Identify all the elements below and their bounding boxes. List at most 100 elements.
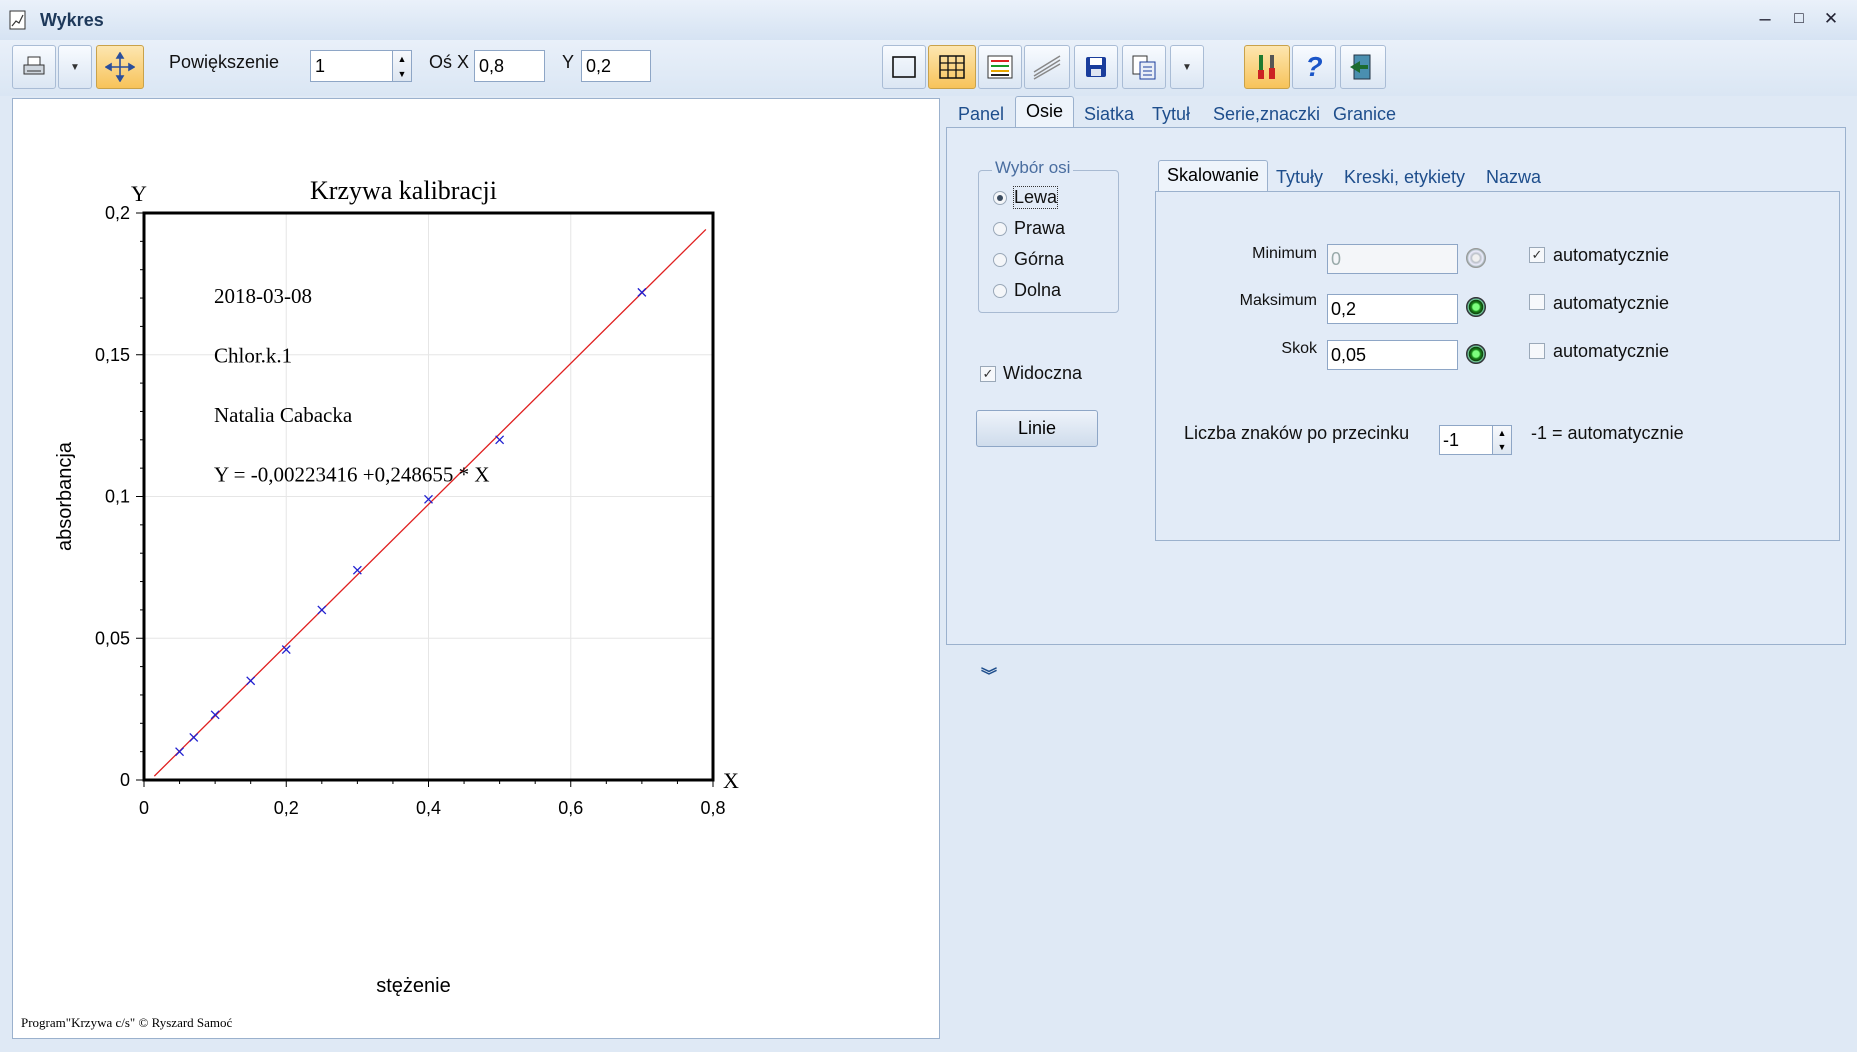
- axis-selector-title: Wybór osi: [992, 158, 1074, 178]
- grid-icon: [939, 55, 965, 79]
- x-tick-label: 0,8: [700, 798, 725, 818]
- visible-checkbox[interactable]: ✓: [980, 366, 996, 382]
- radio-left-axis[interactable]: [993, 191, 1007, 205]
- chart-title: Krzywa kalibracji: [310, 176, 497, 205]
- step-auto-checkbox[interactable]: [1529, 343, 1545, 359]
- help-button[interactable]: ?: [1292, 45, 1336, 89]
- x-axis-label: stężenie: [376, 975, 451, 997]
- minimum-auto-label: automatycznie: [1553, 245, 1670, 265]
- radio-left-label[interactable]: Lewa: [1012, 186, 1059, 209]
- annotation-sample: Chlor.k.1: [214, 344, 292, 368]
- tab-panel[interactable]: Panel: [958, 104, 1004, 125]
- maximum-label: Maksimum: [1239, 292, 1317, 309]
- minimum-input[interactable]: [1327, 244, 1458, 274]
- maximum-status-icon[interactable]: [1466, 297, 1486, 317]
- exit-button[interactable]: [1340, 45, 1386, 89]
- printer-icon: [23, 56, 45, 75]
- pan-button[interactable]: [96, 45, 144, 89]
- print-dropdown-button[interactable]: ▼: [58, 45, 92, 89]
- chart-panel: 0 0,2 0,4 0,6 0,8 0 0,05 0,1 0,15 0,2 Krzywa kali…: [12, 98, 940, 1039]
- save-button[interactable]: [1074, 45, 1118, 89]
- minimum-auto-checkbox[interactable]: ✓: [1529, 247, 1545, 263]
- x-axis-letter: X: [723, 768, 739, 793]
- subtab-ticks-labels[interactable]: Kreski, etykiety: [1344, 167, 1465, 188]
- tab-series[interactable]: Serie,znaczki: [1213, 104, 1320, 125]
- subtab-titles[interactable]: Tytuły: [1276, 167, 1323, 188]
- x-tick-label: 0: [139, 798, 149, 818]
- maximize-button[interactable]: □: [1784, 6, 1814, 32]
- decimals-input[interactable]: [1439, 425, 1493, 455]
- maximum-auto-checkbox[interactable]: [1529, 294, 1545, 310]
- y-axis-letter: Y: [131, 181, 147, 206]
- radio-top-label[interactable]: Górna: [1014, 249, 1064, 270]
- up-arrow-icon: ▲: [1497, 428, 1507, 438]
- grid-button[interactable]: [928, 45, 976, 89]
- decimals-stepper[interactable]: ▲ ▼: [1492, 425, 1512, 455]
- down-arrow-icon: ▼: [1497, 442, 1507, 452]
- print-button[interactable]: [12, 45, 56, 89]
- tab-grid[interactable]: Siatka: [1084, 104, 1134, 125]
- minimum-status-icon[interactable]: [1466, 248, 1486, 268]
- frame-button[interactable]: [882, 45, 926, 89]
- up-arrow-icon: ▲: [397, 53, 407, 64]
- radio-right-axis[interactable]: [993, 222, 1007, 236]
- tools-icon: [1258, 55, 1275, 79]
- y-tick-label: 0,05: [95, 628, 130, 648]
- lines-button[interactable]: Linie: [976, 410, 1098, 447]
- data-point-marker: [317, 605, 327, 615]
- chart-footer: Program"Krzywa c/s" © Ryszard Samoć: [21, 1015, 233, 1030]
- y-tick-label: 0: [120, 770, 130, 790]
- step-status-icon[interactable]: [1466, 344, 1486, 364]
- tab-limits[interactable]: Granice: [1333, 104, 1396, 125]
- window-title: Wykres: [40, 10, 104, 30]
- copy-clipboard-icon: [1132, 55, 1156, 80]
- copy-dropdown-button[interactable]: ▼: [1170, 45, 1204, 89]
- tools-button[interactable]: [1244, 45, 1290, 89]
- x-tick-label: 0,2: [274, 798, 299, 818]
- legend-button[interactable]: [978, 45, 1022, 89]
- subtab-name[interactable]: Nazwa: [1486, 167, 1541, 188]
- minimize-button[interactable]: –: [1750, 6, 1780, 32]
- step-input[interactable]: [1327, 340, 1458, 370]
- close-button[interactable]: ✕: [1816, 6, 1846, 32]
- chevron-down-icon: ▼: [1182, 61, 1192, 73]
- maximum-input[interactable]: [1327, 294, 1458, 324]
- chart-annotations: 2018-03-08 Chlor.k.1 Natalia Cabacka Y =…: [214, 284, 489, 487]
- frame-icon: [892, 56, 916, 78]
- radio-top-axis[interactable]: [993, 253, 1007, 267]
- y-axis-label: absorbancja: [54, 441, 76, 551]
- radio-right-label[interactable]: Prawa: [1014, 218, 1065, 239]
- data-point-marker: [352, 565, 362, 575]
- radio-bottom-label[interactable]: Dolna: [1014, 280, 1061, 301]
- x-tick-label: 0,6: [558, 798, 583, 818]
- maximum-auto-label: automatycznie: [1553, 293, 1670, 313]
- annotation-date: 2018-03-08: [214, 284, 312, 308]
- y-tick-label: 0,1: [105, 487, 130, 507]
- step-label: Skok: [1281, 340, 1317, 357]
- subtab-scaling[interactable]: Skalowanie: [1158, 160, 1269, 192]
- move-arrows-icon: [105, 52, 135, 82]
- copy-button[interactable]: [1122, 45, 1166, 89]
- annotation-author: Natalia Cabacka: [214, 403, 353, 427]
- chart-canvas: 0 0,2 0,4 0,6 0,8 0 0,05 0,1 0,15 0,2 Krzywa kali…: [21, 176, 739, 1030]
- expand-chevron-icon[interactable]: ︾: [981, 662, 997, 686]
- data-point-marker: [495, 435, 505, 445]
- axis-y-label: Y: [562, 52, 575, 72]
- question-mark-icon: ?: [1305, 51, 1323, 82]
- minimum-label: Minimum: [1252, 245, 1317, 262]
- scaling-panel: [1155, 191, 1840, 541]
- down-arrow-icon: ▼: [397, 68, 407, 79]
- y-tick-label: 0,2: [105, 203, 130, 223]
- fit-line-button[interactable]: [1024, 45, 1070, 89]
- radio-bottom-axis[interactable]: [993, 284, 1007, 298]
- title-bar: Wykres – □ ✕: [0, 0, 1857, 41]
- y-tick-label: 0,15: [95, 345, 130, 365]
- zoom-stepper[interactable]: ▲ ▼: [392, 50, 412, 82]
- zoom-label: Powiększenie: [169, 52, 280, 72]
- axis-x-input[interactable]: [474, 50, 545, 82]
- data-point-marker: [189, 733, 199, 742]
- tab-axes[interactable]: Osie: [1015, 96, 1075, 128]
- zoom-input[interactable]: [310, 50, 394, 82]
- tab-title[interactable]: Tytuł: [1152, 104, 1190, 125]
- axis-y-input[interactable]: [581, 50, 651, 82]
